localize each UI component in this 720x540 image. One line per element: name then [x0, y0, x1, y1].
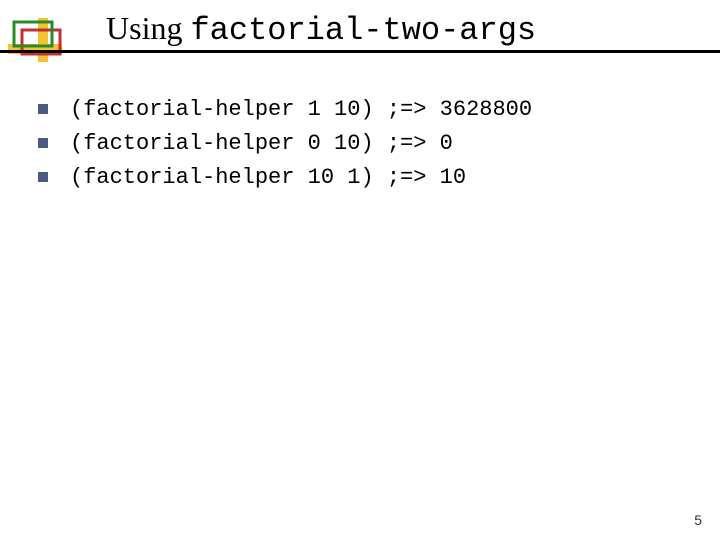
list-item: (factorial-helper 1 10) ;=> 3628800 [38, 96, 690, 124]
code-line: (factorial-helper 1 10) ;=> 3628800 [70, 96, 532, 124]
code-line: (factorial-helper 0 10) ;=> 0 [70, 130, 453, 158]
bullet-icon [38, 104, 48, 114]
slide: Using factorial-two-args (factorial-help… [0, 0, 720, 540]
bullet-icon [38, 138, 48, 148]
bullet-icon [38, 172, 48, 182]
slide-title: Using factorial-two-args [106, 10, 536, 49]
list-item: (factorial-helper 0 10) ;=> 0 [38, 130, 690, 158]
title-mono: factorial-two-args [190, 12, 536, 49]
content-area: (factorial-helper 1 10) ;=> 3628800 (fac… [38, 96, 690, 198]
page-number: 5 [694, 512, 702, 528]
corner-decoration-icon [8, 8, 88, 72]
title-prefix: Using [106, 10, 190, 46]
list-item: (factorial-helper 10 1) ;=> 10 [38, 164, 690, 192]
title-underline [0, 50, 720, 53]
code-line: (factorial-helper 10 1) ;=> 10 [70, 164, 466, 192]
